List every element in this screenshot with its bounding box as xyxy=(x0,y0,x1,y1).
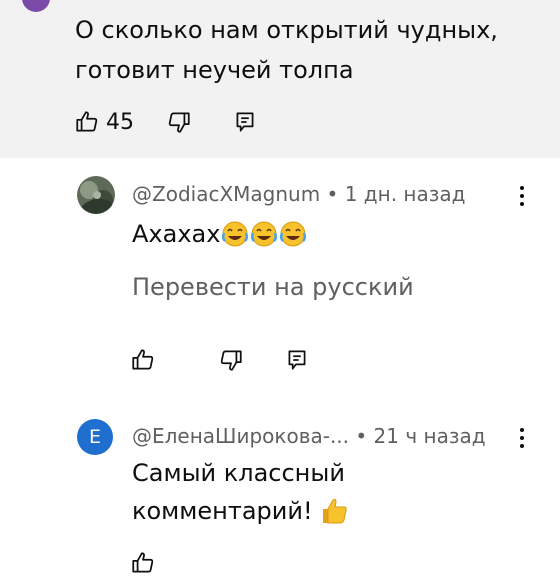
avatar-letter: Е xyxy=(88,426,101,448)
reply-icon[interactable] xyxy=(284,347,310,373)
reply-text-line2: комментарий! xyxy=(132,497,313,525)
reply-actions-partial xyxy=(130,550,156,576)
reply-author[interactable]: @ЕленаШирокова-... xyxy=(132,424,349,448)
parent-comment-line2: готовит неучей толпа xyxy=(75,56,354,84)
reply-time: 21 ч назад xyxy=(373,424,486,448)
reply-author[interactable]: @ZodiacXMagnum xyxy=(132,182,320,206)
reply-text-line2-wrap: комментарий! xyxy=(132,492,349,530)
thumbs-up-icon[interactable] xyxy=(130,347,156,373)
reply-text: Ахахах xyxy=(132,215,307,253)
reply-actions xyxy=(130,347,310,373)
meta-separator: • xyxy=(326,182,339,206)
reply-icon[interactable] xyxy=(232,109,258,135)
reply-text-line1: Самый классный xyxy=(132,459,345,487)
reply-meta: @ЕленаШирокова-... • 21 ч назад xyxy=(132,424,486,448)
reply-avatar-zodiac[interactable] xyxy=(77,176,115,214)
reply-time: 1 дн. назад xyxy=(344,182,466,206)
reply-text-content: Ахахах xyxy=(132,220,221,248)
thumbs-down-icon[interactable] xyxy=(218,347,244,373)
more-vert-icon[interactable] xyxy=(517,184,527,208)
reply-text: Самый классный комментарий! xyxy=(132,454,349,530)
face-with-tears-of-joy-icon xyxy=(279,220,307,248)
parent-actions: 45 xyxy=(74,109,258,135)
reply-meta: @ZodiacXMagnum • 1 дн. назад xyxy=(132,182,465,206)
meta-separator: • xyxy=(355,424,368,448)
like-count: 45 xyxy=(106,109,134,135)
thumbs-down-icon[interactable] xyxy=(166,109,192,135)
thumbs-up-icon[interactable] xyxy=(130,550,156,576)
thumbs-up-icon[interactable] xyxy=(74,109,100,135)
face-with-tears-of-joy-icon xyxy=(221,220,249,248)
face-with-tears-of-joy-icon xyxy=(250,220,278,248)
thumbs-up-emoji-icon xyxy=(319,495,349,525)
parent-comment-text: О сколько нам открытий чудных, готовит н… xyxy=(75,10,545,90)
more-vert-icon[interactable] xyxy=(517,426,527,450)
translate-link[interactable]: Перевести на русский xyxy=(132,273,414,301)
reply-avatar-elena[interactable]: Е xyxy=(77,419,113,455)
parent-comment-line1: О сколько нам открытий чудных, xyxy=(75,16,498,44)
